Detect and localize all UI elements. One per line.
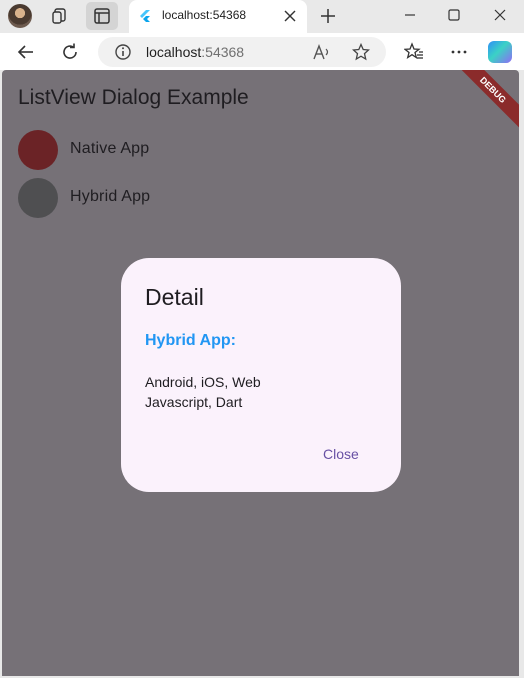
dialog-line: Android, iOS, Web [145, 374, 261, 390]
vertical-tabs-button[interactable] [86, 2, 118, 30]
favorite-star-icon[interactable] [352, 43, 370, 61]
detail-dialog: Detail Hybrid App: Android, iOS, Web Jav… [121, 258, 401, 492]
dialog-subtitle: Hybrid App: [145, 332, 236, 349]
dialog-line: Javascript, Dart [145, 394, 243, 410]
refresh-icon[interactable] [60, 42, 80, 62]
avatar [18, 178, 58, 218]
flutter-favicon-icon [140, 10, 150, 22]
profile-avatar[interactable] [8, 4, 32, 28]
favorites-icon[interactable] [404, 42, 424, 62]
dialog-title: Detail [145, 284, 204, 310]
tab-title: localhost:54368 [162, 8, 247, 22]
tab-close-icon[interactable] [284, 10, 296, 22]
app-bar-title: ListView Dialog Example [18, 86, 249, 109]
close-button[interactable]: Close [319, 444, 363, 464]
maximize-icon[interactable] [444, 6, 464, 24]
browser-tab[interactable]: localhost:54368 [129, 0, 307, 33]
list-item-label: Native App [70, 140, 150, 157]
debug-banner: DEBUG [444, 70, 519, 139]
minimize-icon[interactable] [400, 6, 420, 24]
app-viewport: ListView Dialog Example Native App Hybri… [2, 70, 519, 676]
workspaces-icon[interactable] [51, 7, 69, 25]
close-window-icon[interactable] [490, 6, 510, 24]
more-menu-icon[interactable] [449, 42, 469, 62]
vertical-tabs-icon [94, 8, 110, 24]
read-aloud-icon[interactable] [312, 43, 332, 61]
back-arrow-icon[interactable] [16, 42, 36, 62]
info-icon[interactable] [114, 43, 132, 61]
address-bar[interactable]: localhost:54368 [98, 37, 386, 67]
copilot-icon[interactable] [488, 41, 512, 63]
new-tab-icon[interactable] [319, 7, 337, 25]
list-item-native-app[interactable]: Native App [18, 130, 318, 170]
tab-strip: localhost:54368 [0, 0, 524, 33]
avatar [18, 130, 58, 170]
list-item-label: Hybrid App [70, 188, 151, 205]
list-item-hybrid-app[interactable]: Hybrid App [18, 178, 318, 218]
url-text[interactable]: localhost:54368 [146, 44, 244, 60]
browser-toolbar: localhost:54368 [0, 33, 524, 70]
